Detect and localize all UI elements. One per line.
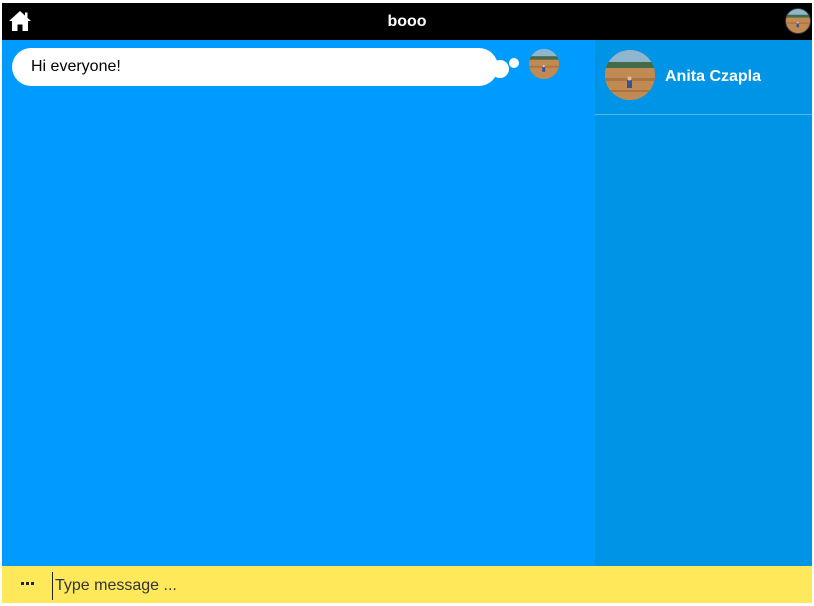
- user-name: Anita Czapla: [665, 68, 762, 85]
- message-avatar[interactable]: [529, 49, 559, 79]
- user-list-item[interactable]: Anita Czapla: [595, 40, 812, 115]
- bubble-tail: [491, 60, 509, 78]
- message-area: Hi everyone!: [2, 40, 595, 566]
- composer-bar: [2, 566, 812, 603]
- message-input[interactable]: [52, 572, 797, 600]
- profile-avatar[interactable]: [785, 8, 811, 34]
- message-bubble: Hi everyone!: [12, 48, 498, 86]
- top-bar: booo: [2, 3, 812, 40]
- bubble-tail-dot: [509, 58, 519, 68]
- user-list: Anita Czapla: [595, 40, 812, 566]
- more-icon[interactable]: [20, 580, 36, 588]
- chat-window: booo Hi everyone! Anita Czapla Type mess…: [2, 3, 812, 603]
- room-title: booo: [387, 13, 427, 30]
- user-avatar: [605, 50, 655, 100]
